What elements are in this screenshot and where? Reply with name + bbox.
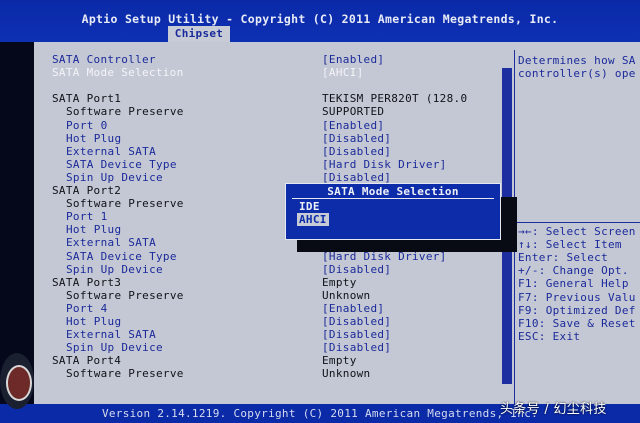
setting-label[interactable]: SATA Controller: [52, 53, 156, 66]
setting-label: Software Preserve: [66, 367, 184, 381]
setting-label: SATA Port2: [52, 184, 122, 197]
setting-label[interactable]: Hot Plug: [66, 315, 121, 328]
setting-label: Software Preserve: [66, 288, 184, 302]
setting-value[interactable]: [Disabled]: [322, 263, 391, 276]
setting-label[interactable]: External SATA: [66, 145, 156, 158]
app-title: Aptio Setup Utility - Copyright (C) 2011…: [81, 12, 559, 26]
setting-value[interactable]: [Enabled]: [322, 119, 384, 132]
key-legend-item: F9: Optimized Def: [518, 303, 636, 317]
key-legend-item: ESC: Exit: [518, 329, 581, 343]
setting-value[interactable]: [Disabled]: [322, 145, 391, 158]
setting-value: Empty: [322, 354, 357, 368]
setting-value[interactable]: [Disabled]: [322, 132, 391, 145]
popup-option-ahci[interactable]: AHCI: [297, 213, 329, 226]
setting-label[interactable]: Spin Up Device: [66, 263, 163, 276]
title-bar: Aptio Setup Utility - Copyright (C) 2011…: [0, 0, 640, 42]
key-legend-item: F1: General Help: [518, 277, 629, 291]
seal-logo: [0, 353, 34, 409]
setting-label[interactable]: Port 1: [66, 210, 108, 223]
key-legend-item: →←: Select Screen: [518, 225, 636, 238]
key-legend-item: ↑↓: Select Item: [518, 238, 622, 252]
setting-label[interactable]: SATA Device Type: [66, 158, 177, 171]
key-legend-item: F10: Save & Reset: [518, 316, 636, 330]
popup-divider: [292, 198, 494, 199]
setting-value: Unknown: [322, 367, 371, 381]
setting-label[interactable]: Hot Plug: [66, 223, 121, 236]
setting-value[interactable]: [AHCI]: [322, 66, 364, 79]
setting-label[interactable]: External SATA: [66, 236, 156, 249]
setting-label: SATA Port4: [52, 354, 122, 368]
setting-value: Unknown: [322, 288, 371, 302]
setting-label[interactable]: Hot Plug: [66, 132, 121, 145]
setting-value[interactable]: [Enabled]: [322, 53, 384, 66]
help-divider: [514, 222, 640, 223]
setting-label[interactable]: SATA Device Type: [66, 250, 177, 263]
sata-mode-popup: SATA Mode Selection IDE AHCI: [285, 183, 501, 240]
setting-label: Software Preserve: [66, 105, 184, 119]
help-text-line-1: Determines how SA: [518, 54, 636, 67]
popup-option-ide[interactable]: IDE: [299, 200, 320, 213]
setting-label: Software Preserve: [66, 197, 184, 211]
help-text-line-2: controller(s) ope: [518, 67, 636, 80]
setting-value: Empty: [322, 275, 357, 289]
setting-value[interactable]: [Disabled]: [322, 341, 391, 354]
setting-label[interactable]: Port 0: [66, 119, 108, 132]
setting-value[interactable]: [Hard Disk Driver]: [322, 158, 447, 171]
setting-label[interactable]: Port 4: [66, 302, 108, 315]
setting-value[interactable]: [Enabled]: [322, 302, 384, 315]
setting-value: TEKISM PER820T (128.0: [322, 92, 468, 106]
setting-label: SATA Port3: [52, 275, 122, 289]
key-legend-item: F7: Previous Valu: [518, 290, 636, 304]
tab-chipset[interactable]: Chipset: [168, 26, 230, 42]
setting-label: SATA Port1: [52, 92, 122, 106]
key-legend-item: +/-: Change Opt.: [518, 264, 629, 278]
setting-label[interactable]: SATA Mode Selection: [52, 66, 184, 79]
setting-label[interactable]: Spin Up Device: [66, 171, 163, 184]
setting-value: SUPPORTED: [322, 105, 385, 119]
seal-inner: [6, 365, 32, 401]
popup-title: SATA Mode Selection: [327, 185, 459, 198]
key-legend-item: Enter: Select: [518, 251, 608, 265]
setting-label[interactable]: Spin Up Device: [66, 341, 163, 354]
setting-value[interactable]: [Disabled]: [322, 315, 391, 328]
setting-value[interactable]: [Disabled]: [322, 328, 391, 341]
setting-value[interactable]: [Disabled]: [322, 171, 391, 184]
setting-label[interactable]: External SATA: [66, 328, 156, 341]
watermark: 头条号 / 幻尘科技: [500, 402, 607, 417]
